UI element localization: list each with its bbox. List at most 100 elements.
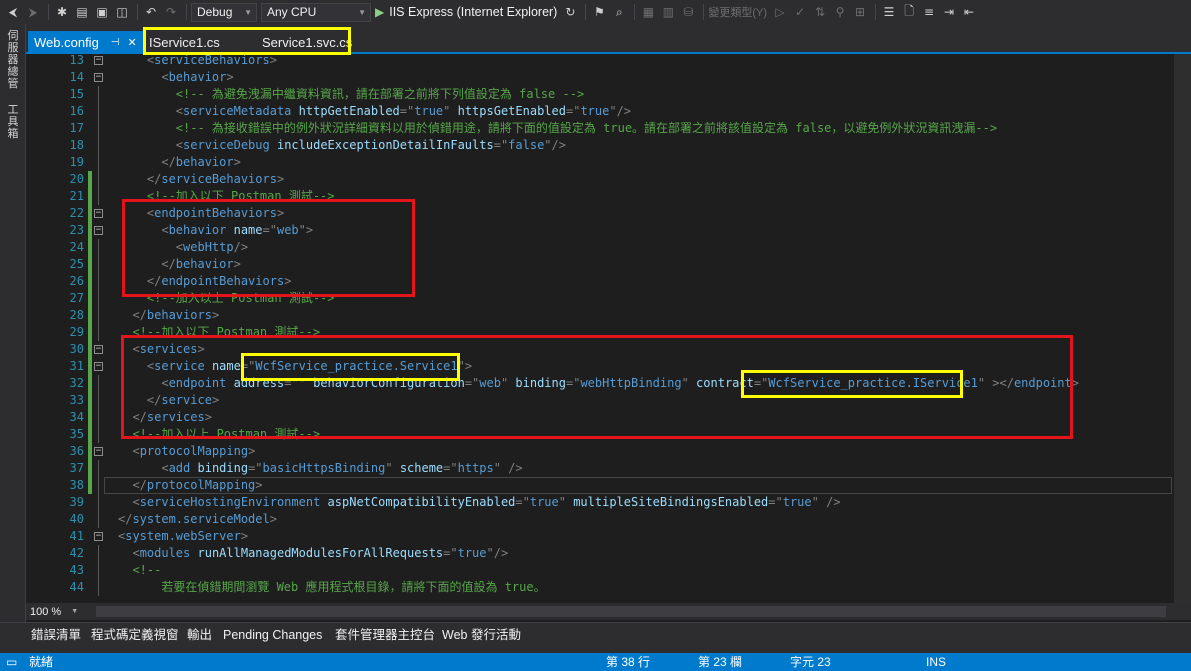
code-line[interactable]: 37 <add binding="basicHttpsBinding" sche… (26, 460, 1174, 477)
tab-package-manager-console[interactable]: 套件管理器主控台 (335, 627, 435, 643)
code-line[interactable]: 32 <endpoint address="" behaviorConfigur… (26, 375, 1174, 392)
code-line[interactable]: 43 <!-- (26, 562, 1174, 579)
code-line[interactable]: 24 <webHttp/> (26, 239, 1174, 256)
code-line[interactable]: 34 </services> (26, 409, 1174, 426)
format-list-icon[interactable]: ☰ (880, 3, 898, 21)
save-icon[interactable]: ▣ (93, 3, 111, 21)
code-editor[interactable]: 13− <serviceBehaviors> 14− <behavior> 15 <… (26, 54, 1191, 603)
code-line[interactable]: 21 <!--加入以下 Postman 測試--> (26, 188, 1174, 205)
table-icon[interactable]: ▥ (659, 3, 677, 21)
solution-configuration-select[interactable]: Debug ▼ (191, 2, 257, 22)
browser-link-icon[interactable]: ⚑ (590, 3, 608, 21)
code-line[interactable]: 26 </endpointBehaviors> (26, 273, 1174, 290)
new-project-icon[interactable]: ✱ (53, 3, 71, 21)
find-icon[interactable]: ⌕ (610, 3, 628, 21)
platform-select[interactable]: Any CPU ▼ (261, 2, 371, 22)
open-folder-icon[interactable]: ▤ (73, 3, 91, 21)
code-line[interactable]: 36 − <protocolMapping> (26, 443, 1174, 460)
code-token: </ (118, 257, 176, 271)
collapse-icon[interactable]: − (94, 73, 103, 82)
code-token: < (118, 223, 169, 237)
code-line[interactable]: 35 <!--加入以上 Postman 測試--> (26, 426, 1174, 443)
collapse-icon[interactable]: − (94, 56, 103, 65)
code-line[interactable]: 23 − <behavior name="web"> (26, 222, 1174, 239)
change-marker (88, 460, 92, 477)
zoom-select[interactable]: 100 % ▼ (30, 604, 92, 619)
code-token: > (269, 512, 277, 526)
grid-icon[interactable]: ▦ (639, 3, 657, 21)
document-icon[interactable]: 🗋 (900, 3, 918, 21)
server-explorer-tab[interactable]: 伺服器總管 (5, 30, 21, 90)
collapse-icon[interactable]: − (94, 447, 103, 456)
code-line[interactable]: 33 </service> (26, 392, 1174, 409)
sort-icon[interactable]: ⇅ (811, 3, 829, 21)
tab-iservice1[interactable]: IService1.cs (149, 32, 220, 52)
toolbar-separator (137, 4, 138, 20)
toolbox-tab[interactable]: 工具箱 (5, 104, 21, 140)
line-number: 19 (69, 155, 84, 169)
verify-sql-icon[interactable]: ✓ (791, 3, 809, 21)
indent-icon[interactable]: ⇥ (940, 3, 958, 21)
tab-pending-changes[interactable]: Pending Changes (223, 627, 322, 643)
code-line[interactable]: 18 <serviceDebug includeExceptionDetailI… (26, 137, 1174, 154)
collapse-icon[interactable]: − (94, 226, 103, 235)
redo-icon[interactable]: ↷ (162, 3, 180, 21)
save-all-icon[interactable]: ◫ (113, 3, 131, 21)
code-line[interactable]: 42 <modules runAllManagedModulesForAllRe… (26, 545, 1174, 562)
status-icon: ▭ (6, 655, 18, 669)
code-line[interactable]: 39 <serviceHostingEnvironment aspNetComp… (26, 494, 1174, 511)
undo-icon[interactable]: ↶ (142, 3, 160, 21)
run-sql-icon[interactable]: ▷ (771, 3, 789, 21)
code-line[interactable]: 27 <!--加入以上 Postman 測試--> (26, 290, 1174, 307)
line-number: 44 (69, 580, 84, 594)
back-icon[interactable]: ⮜ (4, 3, 22, 21)
group-by-icon[interactable]: ⊞ (851, 3, 869, 21)
forward-icon[interactable]: ⮞ (24, 3, 42, 21)
code-line[interactable]: 25 </behavior> (26, 256, 1174, 273)
code-line[interactable]: 30 − <services> (26, 341, 1174, 358)
code-token: <!-- 為接收錯誤中的例外狀況詳細資料以用於偵錯用途，請將下面的值設定為 tr… (118, 121, 998, 135)
outline-guide (98, 256, 99, 273)
line-number: 34 (69, 410, 84, 424)
change-marker (88, 426, 92, 443)
refresh-icon[interactable]: ↻ (561, 3, 579, 21)
code-line[interactable]: 28 </behaviors> (26, 307, 1174, 324)
chevron-down-icon: ▼ (71, 608, 79, 615)
start-debugging-button[interactable]: ▶ IIS Express (Internet Explorer) (375, 5, 557, 19)
vertical-scrollbar[interactable] (1174, 54, 1191, 603)
tab-code-definition[interactable]: 程式碼定義視窗 (91, 627, 179, 643)
align-icon[interactable]: ≡ (920, 3, 938, 21)
filter-icon[interactable]: ⚲ (831, 3, 849, 21)
code-line[interactable]: 20 </serviceBehaviors> (26, 171, 1174, 188)
tab-service1-svc[interactable]: Service1.svc.cs (262, 32, 352, 52)
collapse-icon[interactable]: − (94, 532, 103, 541)
collapse-icon[interactable]: − (94, 345, 103, 354)
code-token: > (204, 410, 212, 424)
code-line[interactable]: 14 − <behavior> (26, 69, 1174, 86)
tab-error-list[interactable]: 錯誤清單 (31, 627, 81, 643)
code-line[interactable]: 15 <!-- 為避免洩漏中繼資料資訊，請在部署之前將下列值設定為 false … (26, 86, 1174, 103)
code-line[interactable]: 19 </behavior> (26, 154, 1174, 171)
code-line[interactable]: 31 − <service name="WcfService_practice.S… (26, 358, 1174, 375)
code-line[interactable]: 40 </system.serviceModel> (26, 511, 1174, 528)
code-line[interactable]: 41 − <system.webServer> (26, 528, 1174, 545)
code-token: WcfService_practice.IService1 (768, 376, 978, 390)
horizontal-scrollbar[interactable] (96, 606, 1166, 617)
tab-web-config[interactable]: Web.config ⊣ ✕ (28, 31, 143, 54)
change-type-menu[interactable]: 變更類型(Y) (708, 4, 767, 20)
outdent-icon[interactable]: ⇤ (960, 3, 978, 21)
code-line[interactable]: 44 若要在偵錯期間瀏覽 Web 應用程式根目錄，請將下面的值設為 true。 (26, 579, 1174, 596)
collapse-icon[interactable]: − (94, 209, 103, 218)
pin-icon[interactable]: ⊣ (111, 37, 120, 48)
code-line[interactable]: 22 − <endpointBehaviors> (26, 205, 1174, 222)
code-line[interactable]: 13 − <serviceBehaviors> (26, 54, 1174, 69)
tab-output[interactable]: 輸出 (187, 627, 212, 643)
collapse-icon[interactable]: − (94, 362, 103, 371)
code-line[interactable]: 29 <!--加入以下 Postman 測試--> (26, 324, 1174, 341)
code-line[interactable]: 17 <!-- 為接收錯誤中的例外狀況詳細資料以用於偵錯用途，請將下面的值設定為… (26, 120, 1174, 137)
tab-web-publish-activity[interactable]: Web 發行活動 (442, 627, 521, 643)
sql-icon[interactable]: ⛁ (679, 3, 697, 21)
code-token: endpointBehaviors (154, 206, 277, 220)
close-icon[interactable]: ✕ (128, 36, 137, 49)
code-line[interactable]: 16 <serviceMetadata httpGetEnabled="true… (26, 103, 1174, 120)
